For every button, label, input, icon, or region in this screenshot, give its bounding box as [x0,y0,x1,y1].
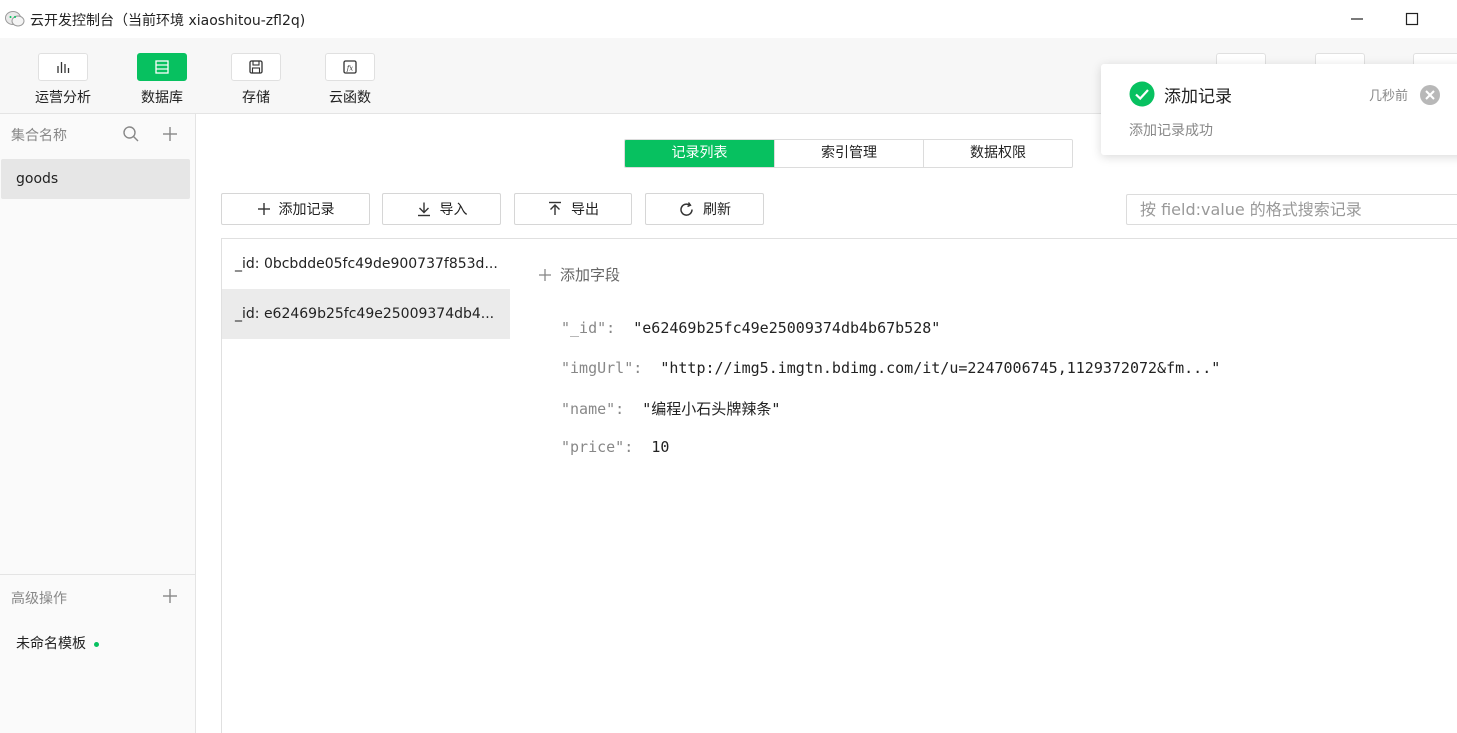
tool-cloud-function[interactable]: fx 云函数 [320,53,380,107]
toast-title: 添加记录 [1164,87,1232,107]
tool-label: 存储 [242,90,270,106]
add-record-label: 添加记录 [278,202,335,218]
download-icon [417,202,430,217]
record-detail: 添加字段 "_id": "e62469b25fc49e25009374db4b6… [510,238,1457,733]
template-item[interactable]: 未命名模板 [16,633,99,653]
export-button[interactable]: 导出 [514,193,632,225]
tool-analytics[interactable]: 运营分析 [33,53,93,107]
field-key: "name": [561,400,625,418]
refresh-label: 刷新 [703,202,731,218]
refresh-icon [680,201,693,216]
bar-chart-icon [57,62,70,73]
add-field-button[interactable]: 添加字段 [538,264,620,285]
field-value: "e62469b25fc49e25009374db4b67b528" [633,319,941,337]
field-row[interactable]: "name": "编程小石头牌辣条" [561,398,780,419]
field-row[interactable]: "imgUrl": "http://img5.imgtn.bdimg.com/i… [561,359,1220,377]
import-button[interactable]: 导入 [382,193,501,225]
record-tabs: 记录列表 索引管理 数据权限 [624,139,1073,168]
toast-message: 添加记录成功 [1129,123,1213,139]
tool-storage[interactable]: 存储 [226,53,286,107]
title-bar: 云开发控制台（当前环境 xiaoshitou-zfl2q) [0,0,1457,38]
svg-text:fx: fx [346,65,354,73]
maximize-button[interactable] [1401,8,1423,30]
tool-database[interactable]: 数据库 [132,53,192,107]
maximize-icon [1405,12,1419,26]
field-value: "编程小石头牌辣条" [642,400,781,418]
plus-icon [163,589,177,603]
record-search-input[interactable]: 按 field:value 的格式搜索记录 [1126,194,1457,225]
refresh-button[interactable]: 刷新 [645,193,764,225]
collections-header: 集合名称 [11,128,67,144]
add-collection-button[interactable] [160,124,180,144]
close-icon[interactable] [1419,84,1441,106]
save-icon [249,60,263,74]
advanced-header: 高级操作 [11,591,67,607]
import-label: 导入 [439,202,468,218]
toast-time: 几秒前 [1369,89,1409,104]
analytics-button[interactable] [38,53,88,81]
record-item[interactable]: _id: e62469b25fc49e25009374db4... [222,289,510,339]
tool-label: 数据库 [141,90,183,106]
field-value: "http://img5.imgtn.bdimg.com/it/u=224700… [660,359,1221,377]
field-value: 10 [651,438,670,456]
check-circle-icon [1129,81,1155,107]
status-dot [94,641,99,647]
template-label: 未命名模板 [16,636,86,652]
search-collection-button[interactable] [121,124,141,144]
field-row[interactable]: "price": 10 [561,438,669,456]
add-advanced-button[interactable] [160,586,180,606]
minimize-button[interactable] [1346,8,1368,30]
success-toast: 添加记录 几秒前 添加记录成功 [1101,64,1457,155]
search-icon [123,126,139,142]
sidebar-divider [0,574,196,575]
tab-record-list[interactable]: 记录列表 [625,140,774,167]
export-label: 导出 [571,202,599,218]
tab-index-management[interactable]: 索引管理 [774,140,923,167]
add-field-label: 添加字段 [560,266,621,284]
record-item[interactable]: _id: 0bcbdde05fc49de900737f853d... [222,239,510,289]
plus-icon [257,203,270,215]
function-icon: fx [343,60,357,74]
storage-button[interactable] [231,53,281,81]
record-list: _id: 0bcbdde05fc49de900737f853d... _id: … [221,238,511,733]
sidebar: 集合名称 goods 高级操作 未命名模板 [0,114,196,733]
field-key: "price": [561,438,634,456]
add-record-button[interactable]: 添加记录 [221,193,370,225]
collection-item-goods[interactable]: goods [1,159,190,199]
cloud-function-button[interactable]: fx [325,53,375,81]
tool-label: 运营分析 [35,90,91,106]
database-icon [155,60,169,74]
plus-icon [163,127,177,141]
database-button[interactable] [137,53,187,81]
tool-label: 云函数 [329,90,371,106]
tab-data-permission[interactable]: 数据权限 [923,140,1072,167]
field-key: "imgUrl": [561,359,643,377]
minimize-icon [1351,18,1363,20]
wechat-devtools-icon [5,11,25,27]
plus-icon [539,268,551,281]
window-title: 云开发控制台（当前环境 xiaoshitou-zfl2q) [30,13,306,29]
upload-icon [549,201,561,215]
field-key: "_id": [561,319,616,337]
field-row[interactable]: "_id": "e62469b25fc49e25009374db4b67b528… [561,319,940,337]
